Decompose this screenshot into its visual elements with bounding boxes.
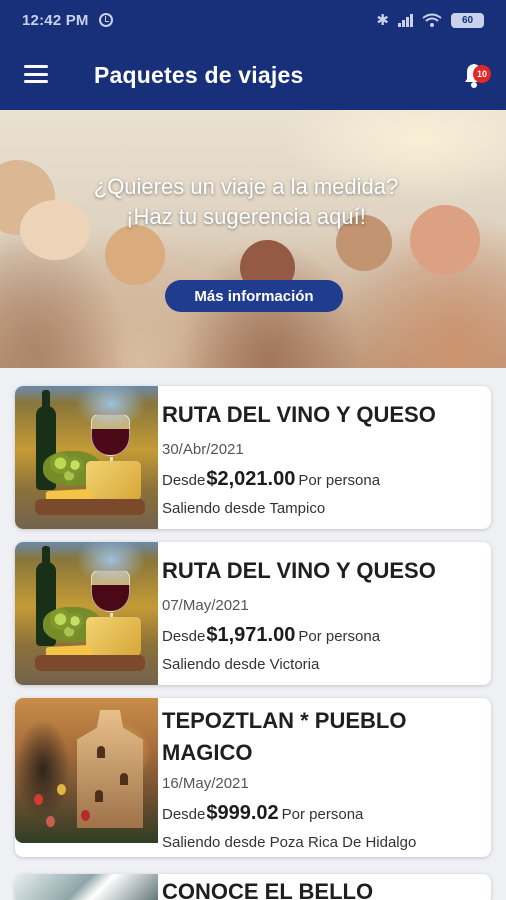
price-prefix: Desde [162,628,206,645]
price-prefix: Desde [162,472,206,489]
departure-city: Saliendo desde Victoria [162,656,320,673]
hero-message-line-1: ¿Quieres un viaje a la medida? [93,174,399,199]
departure-city: Saliendo desde Tampico [162,500,326,517]
hero-message-line-2: ¡Haz tu sugerencia aquí! [126,204,366,229]
package-date: 07/May/2021 [162,597,249,614]
more-info-button[interactable]: Más información [165,280,343,312]
package-price: $2,021.00 [206,468,296,490]
cheese-graphic [86,617,141,656]
page-title: Paquetes de viajes [94,62,304,88]
price-unit: Por persona [281,806,364,823]
package-title: RUTA DEL VINO Y QUESO [162,402,436,427]
balloon-graphic [34,794,43,805]
price-prefix: Desde [162,806,206,823]
price-unit: Por persona [298,628,381,645]
tepoztlan-church-photo [15,698,158,843]
package-date: 16/May/2021 [162,775,249,792]
balloon-graphic [46,816,55,827]
balloon-graphic [81,810,90,821]
wine-glass-graphic [91,414,130,482]
package-card[interactable]: RUTA DEL VINO Y QUESO 30/Abr/2021 Desde$… [15,386,491,529]
battery-icon: 60 [451,12,484,28]
package-date: 30/Abr/2021 [162,441,244,458]
package-title: TEPOZTLAN * PUEBLO MAGICO [162,708,407,765]
signal-icon [398,13,413,27]
bluetooth-icon: ✱ [376,12,389,29]
menu-icon[interactable] [24,65,48,83]
notification-count-badge: 10 [473,65,491,83]
departure-city: Saliendo desde Poza Rica De Hidalgo [162,834,417,851]
cheese-graphic [86,461,141,500]
church-window-graphic [97,746,105,758]
app-bar: Paquetes de viajes [0,40,506,110]
wine-glass-graphic [91,570,130,638]
wifi-icon [422,13,442,27]
church-window-graphic [95,790,103,802]
status-time: 12:42 PM [22,11,89,29]
package-price: $999.02 [206,802,279,824]
cheese-board-graphic [35,499,145,515]
wine-cheese-photo [15,386,158,529]
balloon-graphic [57,784,66,795]
alarm-icon [98,13,113,27]
price-row: Desde$999.02 Por persona [162,802,363,825]
cheese-board-graphic [35,655,145,671]
package-card[interactable]: TEPOZTLAN * PUEBLO MAGICO 16/May/2021 De… [15,698,491,857]
status-icons: ✱ 60 [376,11,484,29]
hero-message: ¿Quieres un viaje a la medida? ¡Haz tu s… [0,172,492,232]
price-row: Desde$2,021.00 Por persona [162,468,380,491]
beach-photo [15,874,158,900]
package-title: CONOCE EL BELLO [162,879,374,900]
status-bar: 12:42 PM ✱ 60 [0,0,506,40]
package-card[interactable]: CONOCE EL BELLO [15,874,491,900]
package-title: RUTA DEL VINO Y QUESO [162,558,436,583]
package-price: $1,971.00 [206,624,296,646]
hero-overlay [0,110,506,368]
package-card[interactable]: RUTA DEL VINO Y QUESO 07/May/2021 Desde$… [15,542,491,685]
wine-cheese-photo [15,542,158,685]
church-window-graphic [120,773,128,785]
hero-banner: ¿Quieres un viaje a la medida? ¡Haz tu s… [0,110,506,368]
price-unit: Por persona [298,472,381,489]
price-row: Desde$1,971.00 Por persona [162,624,380,647]
